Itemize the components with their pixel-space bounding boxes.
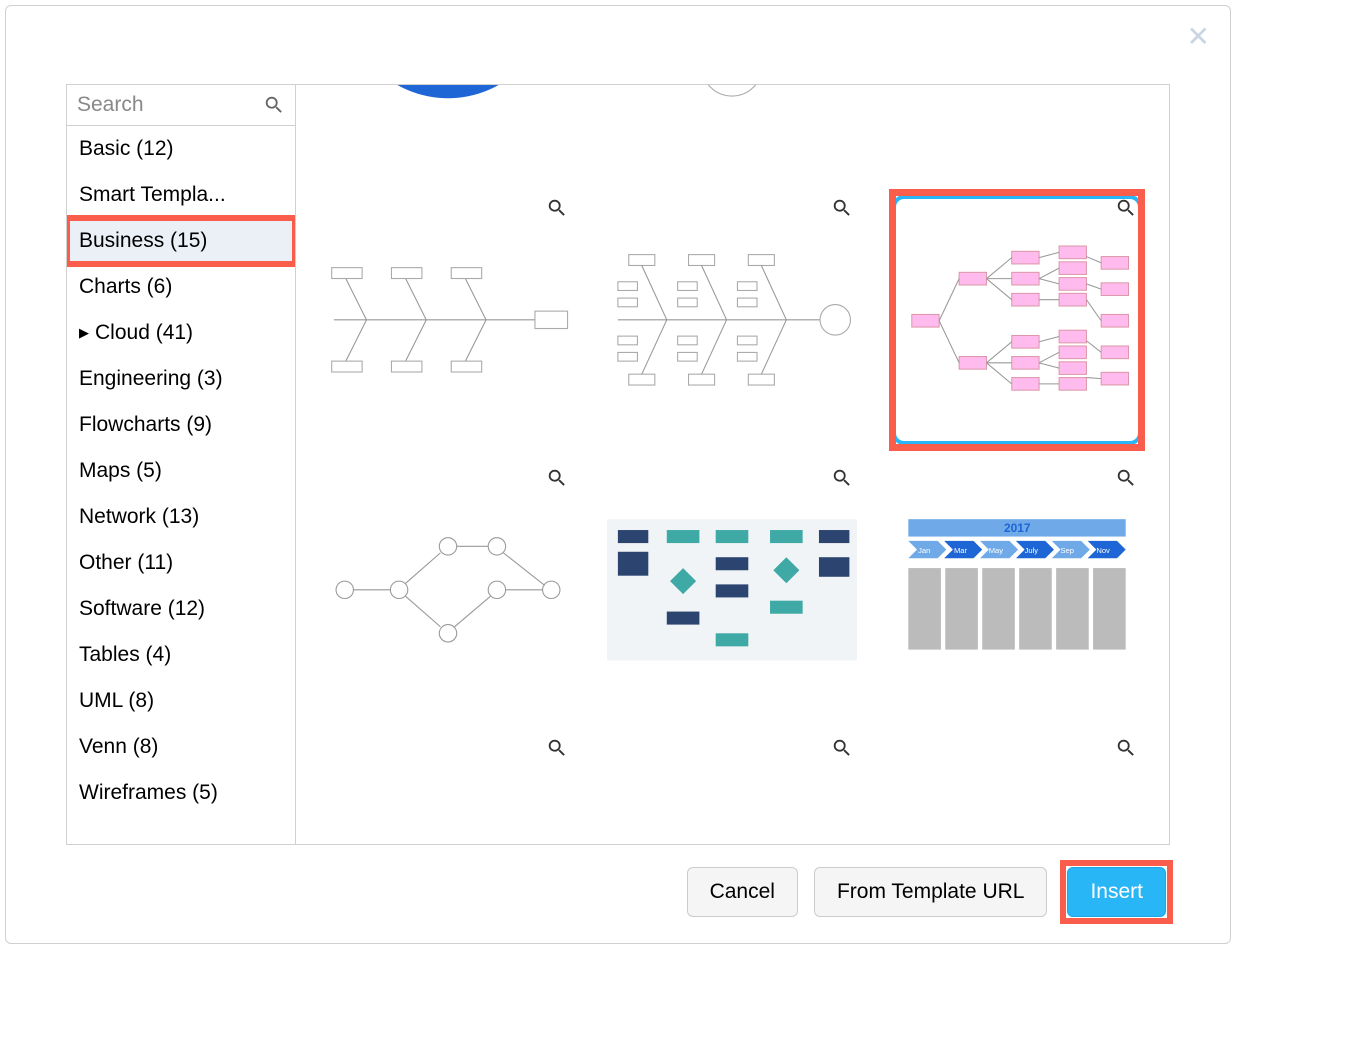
category-label: Basic (12) xyxy=(79,137,174,161)
timeline-month: May xyxy=(989,546,1004,555)
category-label: Charts (6) xyxy=(79,275,172,299)
template-tile[interactable] xyxy=(600,185,864,455)
template-thumb xyxy=(607,465,857,715)
template-tile[interactable]: 1 2 xyxy=(316,725,580,785)
search-input[interactable] xyxy=(67,85,295,125)
insert-highlight: Insert xyxy=(1063,863,1170,921)
zoom-icon[interactable] xyxy=(546,467,568,489)
category-label: Venn (8) xyxy=(79,735,158,759)
search-icon[interactable] xyxy=(263,94,285,116)
category-label: Flowcharts (9) xyxy=(79,413,212,437)
template-tile[interactable]: Heading xyxy=(885,725,1149,785)
category-label: Software (12) xyxy=(79,597,205,621)
category-label: Tables (4) xyxy=(79,643,171,667)
zoom-icon[interactable] xyxy=(831,737,853,759)
category-item[interactable]: Basic (12) xyxy=(67,126,295,172)
template-tile[interactable]: 2017 Jan Mar May xyxy=(885,455,1149,725)
close-icon[interactable]: ✕ xyxy=(1187,20,1210,53)
category-label: Cloud (41) xyxy=(95,321,193,345)
dialog-content: Basic (12) Smart Templa... Business (15)… xyxy=(66,84,1170,845)
template-thumb: Stage 6 Stage 5 Stage 4 xyxy=(607,85,857,185)
timeline-year: 2017 xyxy=(1004,521,1031,535)
zoom-icon[interactable] xyxy=(546,737,568,759)
category-label: Maps (5) xyxy=(79,459,162,483)
category-item[interactable]: Engineering (3) xyxy=(67,356,295,402)
search-wrap xyxy=(67,85,295,126)
template-tile[interactable] xyxy=(600,455,864,725)
category-item[interactable]: Tables (4) xyxy=(67,632,295,678)
category-item[interactable]: Maps (5) xyxy=(67,448,295,494)
category-label: Network (13) xyxy=(79,505,199,529)
template-thumb xyxy=(323,465,573,715)
category-item[interactable]: Software (12) xyxy=(67,586,295,632)
category-item[interactable]: Flowcharts (9) xyxy=(67,402,295,448)
category-item[interactable]: UML (8) xyxy=(67,678,295,724)
template-thumb: 2017 Jan Mar May xyxy=(892,465,1142,715)
zoom-icon[interactable] xyxy=(1115,467,1137,489)
template-thumb xyxy=(892,195,1142,445)
category-list[interactable]: Basic (12) Smart Templa... Business (15)… xyxy=(67,126,295,844)
timeline-month: July xyxy=(1024,546,1038,555)
template-dialog: ✕ Basic (12) Smart Templa... Business (1… xyxy=(5,5,1231,944)
template-tile[interactable] xyxy=(600,725,864,785)
cancel-button[interactable]: Cancel xyxy=(687,867,798,917)
template-gallery[interactable]: Community Technology Certificates Infras… xyxy=(296,85,1169,844)
template-thumb xyxy=(607,725,857,785)
template-tile[interactable]: Stage 6 Stage 5 Stage 4 xyxy=(600,85,864,185)
category-item[interactable]: Smart Templa... xyxy=(67,172,295,218)
category-item[interactable]: Venn (8) xyxy=(67,724,295,770)
dialog-footer: Cancel From Template URL Insert xyxy=(6,845,1230,943)
template-thumb: Community Technology Certificates Infras… xyxy=(323,85,573,185)
zoom-icon[interactable] xyxy=(546,197,568,219)
expand-icon[interactable]: ▶ xyxy=(79,325,89,341)
zoom-icon[interactable] xyxy=(831,197,853,219)
template-thumb xyxy=(892,85,1142,185)
category-label: Smart Templa... xyxy=(79,183,226,207)
template-thumb: Heading xyxy=(892,725,1142,785)
category-item[interactable]: Other (11) xyxy=(67,540,295,586)
timeline-month: Sep xyxy=(1060,546,1074,555)
template-thumb: 1 2 xyxy=(323,725,573,785)
from-template-url-button[interactable]: From Template URL xyxy=(814,867,1048,917)
template-tile[interactable] xyxy=(885,85,1149,185)
zoom-icon[interactable] xyxy=(831,467,853,489)
category-label: Wireframes (5) xyxy=(79,781,218,805)
zoom-icon[interactable] xyxy=(1115,197,1137,219)
category-label: Business (15) xyxy=(79,229,207,253)
timeline-month: Mar xyxy=(954,546,968,555)
template-tile[interactable] xyxy=(316,455,580,725)
template-thumb xyxy=(607,195,857,445)
category-item-business[interactable]: Business (15) xyxy=(67,218,295,264)
category-label: Other (11) xyxy=(79,551,173,575)
category-item[interactable]: ▶ Cloud (41) xyxy=(67,310,295,356)
template-thumb xyxy=(323,195,573,445)
category-label: Engineering (3) xyxy=(79,367,223,391)
timeline-month: Jan xyxy=(918,546,930,555)
category-item[interactable]: Wireframes (5) xyxy=(67,770,295,816)
template-tile[interactable]: Community Technology Certificates Infras… xyxy=(316,85,580,185)
sidebar: Basic (12) Smart Templa... Business (15)… xyxy=(67,85,296,844)
timeline-month: Nov xyxy=(1096,546,1110,555)
template-tile[interactable] xyxy=(316,185,580,455)
zoom-icon[interactable] xyxy=(1115,737,1137,759)
insert-button[interactable]: Insert xyxy=(1067,867,1166,917)
template-tile-selected[interactable] xyxy=(885,185,1149,455)
category-item[interactable]: Network (13) xyxy=(67,494,295,540)
category-label: UML (8) xyxy=(79,689,154,713)
category-item[interactable]: Charts (6) xyxy=(67,264,295,310)
